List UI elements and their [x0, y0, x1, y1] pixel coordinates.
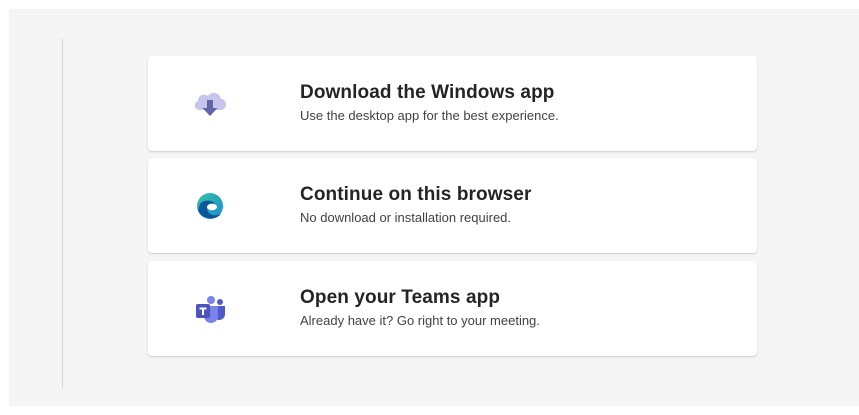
option-subtitle: Use the desktop app for the best experie… [300, 108, 559, 123]
option-title: Download the Windows app [300, 82, 555, 103]
edge-browser-icon [190, 186, 230, 226]
open-teams-app-option[interactable]: Open your Teams app Already have it? Go … [148, 261, 757, 356]
option-subtitle: No download or installation required. [300, 210, 512, 225]
option-subtitle: Already have it? Go right to your meetin… [300, 313, 540, 328]
continue-on-browser-option[interactable]: Continue on this browser No download or … [148, 158, 757, 253]
option-title: Continue on this browser [300, 184, 532, 205]
download-windows-app-option[interactable]: Download the Windows app Use the desktop… [148, 56, 757, 151]
option-title: Open your Teams app [300, 287, 501, 308]
cloud-download-icon [190, 84, 230, 124]
vertical-divider [62, 39, 63, 388]
teams-icon [190, 289, 230, 329]
